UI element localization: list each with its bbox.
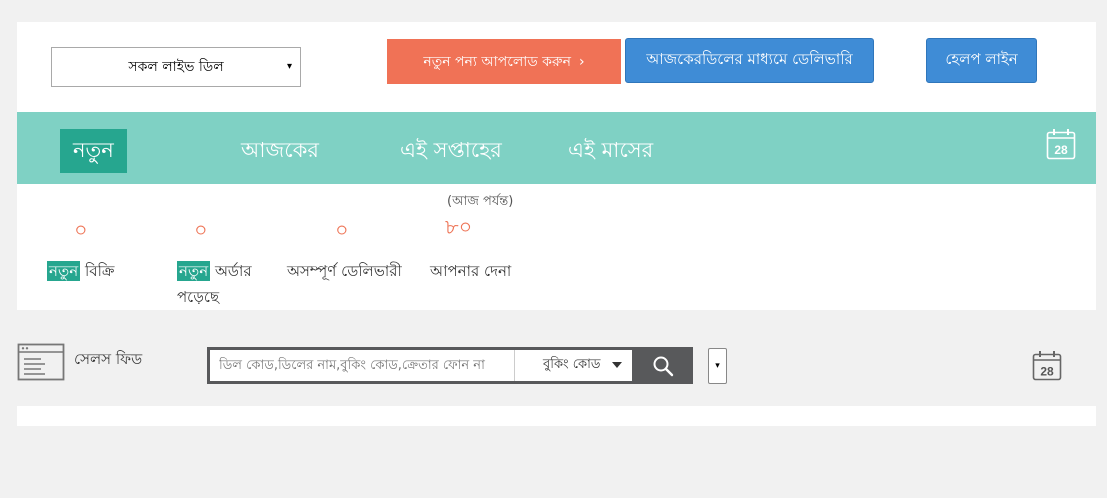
tab-new-label: নতুন [73, 137, 114, 162]
stat-due-value: ৮০ [445, 215, 473, 239]
delivery-button-label: আজকেরডিলের মাধ্যমে ডেলিভারি [646, 50, 853, 68]
period-tab-bar: নতুন আজকের এই সপ্তাহের এই মাসের 28 [17, 112, 1096, 184]
helpline-button-label: হেলপ লাইন [945, 50, 1018, 68]
stat-incomplete-delivery-text: অসম্পূর্ণ ডেলিভারী [287, 262, 402, 280]
deal-filter-value: সকল লাইভ ডিল [128, 59, 224, 75]
tab-today[interactable]: আজকের [241, 129, 319, 173]
chevron-down-icon: ▾ [286, 61, 292, 72]
tab-this-month-label: এই মাসের [568, 137, 654, 162]
stat-new-sales-highlight: নতুন [47, 261, 81, 281]
tab-this-month[interactable]: এই মাসের [568, 129, 653, 173]
caret-down-icon [612, 362, 622, 368]
calendar-day: 28 [1040, 365, 1054, 379]
calendar-icon[interactable]: 28 [1032, 350, 1062, 381]
stat-new-sales-value: ০ [74, 218, 88, 242]
tab-this-week[interactable]: এই সপ্তাহের [400, 129, 502, 173]
sales-feed-panel [17, 406, 1096, 426]
upload-product-button[interactable]: নতুন পন্য আপলোড করুন › [387, 39, 621, 84]
calendar-day: 28 [1054, 143, 1068, 157]
stat-new-orders-highlight: নতুন [177, 261, 211, 281]
stat-incomplete-delivery-value: ০ [335, 218, 349, 242]
tab-new[interactable]: নতুন [60, 129, 127, 173]
search-type-select[interactable]: বুকিং কোড [514, 350, 632, 381]
feed-options-dropdown[interactable]: ▾ [708, 348, 727, 384]
sales-feed-title: সেলস ফিড [74, 350, 143, 368]
tab-today-label: আজকের [241, 137, 319, 162]
search-input[interactable] [210, 350, 514, 381]
stat-new-orders-value: ০ [194, 218, 208, 242]
search-icon [653, 356, 673, 376]
tab-this-week-label: এই সপ্তাহের [400, 137, 502, 162]
dashboard-header-panel: সকল লাইভ ডিল ▾ নতুন পন্য আপলোড করুন › আজ… [17, 22, 1096, 310]
sales-feed-search: বুকিং কোড [207, 347, 693, 384]
stat-new-orders-label: নতুন অর্ডার পড়েছে [177, 258, 273, 310]
search-button[interactable] [635, 350, 690, 381]
stat-due-label: আপনার দেনা [430, 258, 511, 284]
chevron-down-icon: ▾ [715, 361, 720, 371]
stat-due-text: আপনার দেনা [430, 262, 512, 280]
sales-feed-icon [17, 343, 65, 381]
deal-filter-select[interactable]: সকল লাইভ ডিল ▾ [51, 47, 301, 87]
upload-product-label: নতুন পন্য আপলোড করুন [423, 53, 572, 70]
delivery-button[interactable]: আজকেরডিলের মাধ্যমে ডেলিভারি [625, 38, 874, 83]
helpline-button[interactable]: হেলপ লাইন [926, 38, 1037, 83]
chevron-right-icon: › [579, 53, 585, 70]
stat-new-sales-text: বিক্রি [80, 262, 115, 280]
search-type-value: বুকিং কোড [543, 357, 601, 372]
stat-due-sublabel: (আজ পর্যন্ত) [447, 194, 514, 209]
stat-new-sales-label: নতুন বিক্রি [47, 258, 114, 284]
stat-incomplete-delivery-label: অসম্পূর্ণ ডেলিভারী [287, 258, 402, 284]
calendar-icon[interactable]: 28 [1046, 128, 1076, 160]
